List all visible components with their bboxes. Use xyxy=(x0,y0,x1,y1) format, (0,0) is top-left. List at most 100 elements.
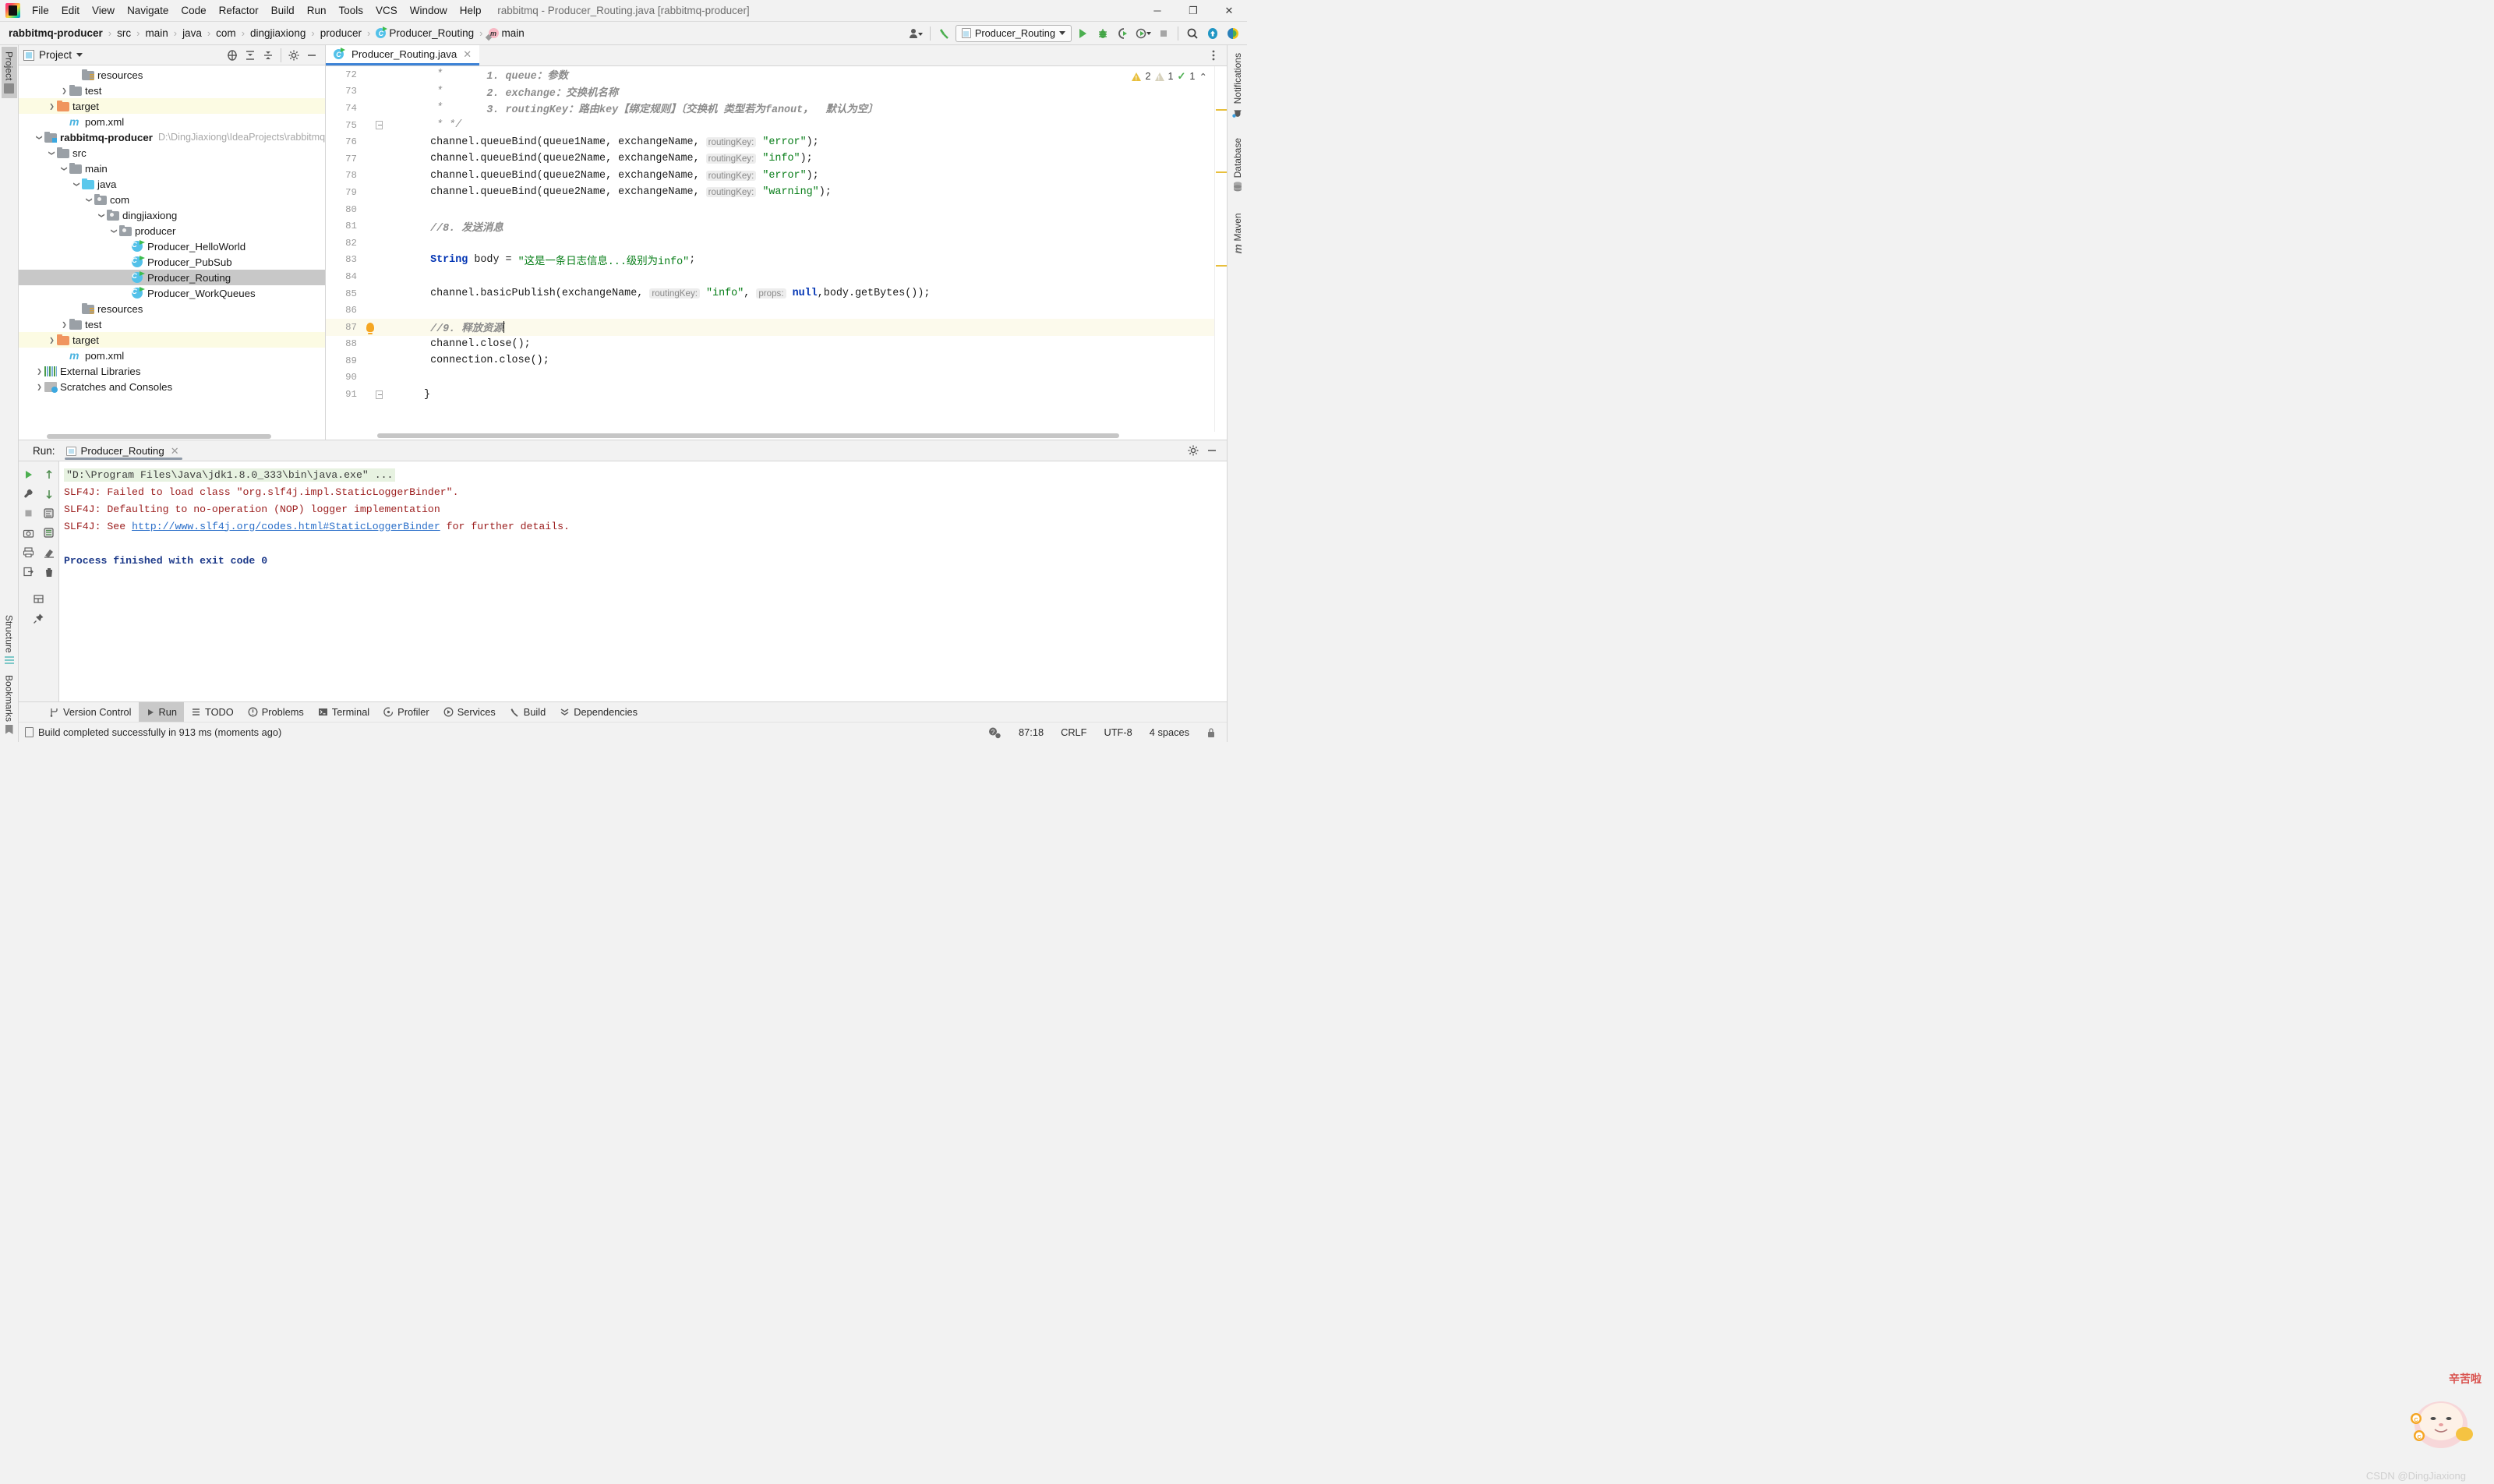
bottom-stripe-todo[interactable]: TODO xyxy=(184,702,241,723)
tree-node-pom-xml[interactable]: m pom.xml xyxy=(19,348,325,363)
tree-node-resources[interactable]: resources xyxy=(19,67,325,83)
run-with-coverage-button[interactable] xyxy=(1114,24,1132,43)
bottom-stripe-services[interactable]: Services xyxy=(436,702,503,723)
chevron-right-icon[interactable] xyxy=(47,103,57,110)
tree-node-pom-xml[interactable]: m pom.xml xyxy=(19,114,325,129)
clear-all-icon[interactable] xyxy=(39,542,58,562)
run-button[interactable] xyxy=(1073,24,1092,43)
close-icon[interactable]: ✕ xyxy=(169,445,181,458)
tree-node-producer-helloworld[interactable]: C Producer_HelloWorld xyxy=(19,238,325,254)
tree-node-producer-routing[interactable]: C Producer_Routing xyxy=(19,270,325,285)
chevron-down-icon[interactable] xyxy=(76,53,83,57)
tree-node-target[interactable]: target xyxy=(19,332,325,348)
code-line[interactable] xyxy=(401,369,1214,387)
tree-node-target[interactable]: target xyxy=(19,98,325,114)
breadcrumb-item-producer[interactable]: producer xyxy=(318,26,364,41)
code-line[interactable]: * 2. exchange：交换机名称 xyxy=(401,83,1214,101)
camera-icon[interactable] xyxy=(19,523,38,542)
breadcrumb-item-src[interactable]: src xyxy=(115,26,133,41)
tab-producer-routing[interactable]: C Producer_Routing.java ✕ xyxy=(326,45,480,65)
code-line[interactable]: channel.queueBind(queue2Name, exchangeNa… xyxy=(401,168,1214,185)
settings-gear-icon[interactable] xyxy=(285,47,302,64)
menu-item-window[interactable]: Window xyxy=(404,2,454,19)
help-gear-icon[interactable]: ? xyxy=(984,725,1005,740)
code-line[interactable] xyxy=(401,268,1214,285)
sidebar-item-project[interactable]: Project xyxy=(1,47,17,99)
tree-node-src[interactable]: src xyxy=(19,145,325,161)
profile-button[interactable] xyxy=(1134,24,1153,43)
code-line[interactable] xyxy=(401,201,1214,218)
settings-gear-icon[interactable] xyxy=(1185,442,1202,459)
debug-button[interactable] xyxy=(1093,24,1112,43)
menu-item-help[interactable]: Help xyxy=(454,2,488,19)
code-line[interactable]: * */ xyxy=(401,117,1214,134)
code-line[interactable]: channel.queueBind(queue1Name, exchangeNa… xyxy=(401,133,1214,150)
breadcrumb-item-producer-routing[interactable]: C Producer_Routing xyxy=(373,26,476,41)
stop-button[interactable] xyxy=(1154,24,1173,43)
collapse-all-icon[interactable] xyxy=(260,47,277,64)
user-dropdown-icon[interactable] xyxy=(906,24,925,43)
editor-code[interactable]: * 1. queue：参数 * 2. exchange：交换机名称 * 3. r… xyxy=(401,66,1214,432)
minimize-button[interactable]: ─ xyxy=(1139,0,1175,22)
breadcrumb-item-rabbitmq-producer[interactable]: rabbitmq-producer xyxy=(6,26,105,41)
locate-icon[interactable] xyxy=(224,47,241,64)
chevron-down-icon[interactable] xyxy=(34,134,44,141)
run-configuration-selector[interactable]: Producer_Routing xyxy=(955,24,1072,42)
chevron-down-icon[interactable] xyxy=(97,212,107,219)
editor-main[interactable]: 72 73 74 75 76 77 78 79 80 81 82 83 84 85 86 87 88 89 90 91… xyxy=(326,66,1227,432)
sidebar-item-structure[interactable]: Structure xyxy=(2,610,17,670)
build-hammer-icon[interactable] xyxy=(935,24,954,43)
sidebar-item-database[interactable]: Database xyxy=(1230,133,1245,196)
updates-icon[interactable] xyxy=(1203,24,1222,43)
bottom-stripe-problems[interactable]: Problems xyxy=(241,702,311,723)
code-line[interactable] xyxy=(401,302,1214,319)
sidebar-item-bookmarks[interactable]: Bookmarks xyxy=(2,670,17,739)
tree-node-producer-pubsub[interactable]: C Producer_PubSub xyxy=(19,254,325,270)
stop-icon[interactable] xyxy=(19,504,38,523)
chevron-right-icon[interactable] xyxy=(34,368,44,375)
wrench-icon[interactable] xyxy=(19,484,38,504)
inspection-widget[interactable]: 2 1 ✓ 1 ⌃ xyxy=(1129,69,1210,83)
bottom-stripe-version-control[interactable]: Version Control xyxy=(42,702,139,723)
console-output[interactable]: "D:\Program Files\Java\jdk1.8.0_333\bin\… xyxy=(59,461,1227,701)
search-everywhere-icon[interactable] xyxy=(1183,24,1202,43)
breadcrumb-item-dingjiaxiong[interactable]: dingjiaxiong xyxy=(248,26,308,41)
tree-node-main[interactable]: main xyxy=(19,161,325,176)
chevron-down-icon[interactable] xyxy=(72,181,82,188)
editor-hscrollbar[interactable] xyxy=(326,432,1227,440)
menu-item-view[interactable]: View xyxy=(86,2,121,19)
code-line[interactable]: channel.queueBind(queue2Name, exchangeNa… xyxy=(401,184,1214,201)
console-link[interactable]: http://www.slf4j.org/codes.html#StaticLo… xyxy=(132,521,440,532)
export-icon[interactable] xyxy=(19,562,38,581)
project-tree-hscrollbar[interactable] xyxy=(19,433,325,440)
soft-wrap-icon[interactable] xyxy=(39,504,58,523)
breadcrumb-item-main[interactable]: main xyxy=(143,26,170,41)
tree-node-resources[interactable]: resources xyxy=(19,301,325,316)
caret-position[interactable]: 87:18 xyxy=(1016,725,1047,740)
close-button[interactable]: ✕ xyxy=(1211,0,1247,22)
code-line[interactable]: String body = "这是一条日志信息...级别为info"; xyxy=(401,252,1214,269)
tree-node-java[interactable]: java xyxy=(19,176,325,192)
breadcrumb-item-main[interactable]: m main xyxy=(486,26,527,41)
chevron-right-icon[interactable] xyxy=(34,383,44,390)
menu-item-edit[interactable]: Edit xyxy=(55,2,86,19)
bottom-stripe-profiler[interactable]: Profiler xyxy=(376,702,436,723)
bottom-stripe-terminal[interactable]: Terminal xyxy=(311,702,376,723)
lock-icon[interactable] xyxy=(1203,726,1219,740)
breadcrumb-item-java[interactable]: java xyxy=(180,26,204,41)
line-separator[interactable]: CRLF xyxy=(1058,725,1090,740)
menu-item-refactor[interactable]: Refactor xyxy=(213,2,265,19)
sidebar-item-maven[interactable]: m Maven xyxy=(1229,208,1246,258)
rerun-icon[interactable] xyxy=(19,465,38,484)
code-line[interactable]: channel.close(); xyxy=(401,336,1214,353)
code-fold-icon[interactable] xyxy=(376,121,383,130)
tree-node-dingjiaxiong[interactable]: dingjiaxiong xyxy=(19,207,325,223)
editor-gutter[interactable]: 72 73 74 75 76 77 78 79 80 81 82 83 84 85 86 87 88 89 90 91 xyxy=(326,66,401,432)
down-stack-icon[interactable] xyxy=(39,484,58,504)
tree-node-producer-workqueues[interactable]: C Producer_WorkQueues xyxy=(19,285,325,301)
chevron-down-icon[interactable] xyxy=(59,165,69,172)
bottom-stripe-build[interactable]: Build xyxy=(503,702,553,723)
up-stack-icon[interactable] xyxy=(39,465,58,484)
trash-icon[interactable] xyxy=(39,562,58,581)
chevron-down-icon[interactable] xyxy=(109,228,119,235)
